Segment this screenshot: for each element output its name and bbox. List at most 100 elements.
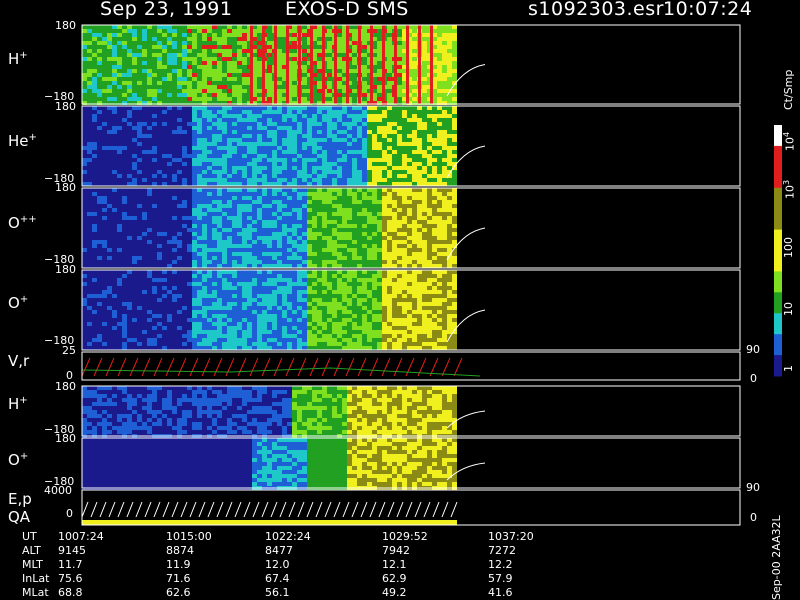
- heatmap-cell: [452, 65, 457, 69]
- heatmap-cell: [217, 260, 222, 264]
- heatmap-cell: [412, 146, 417, 150]
- heatmap-cell: [102, 146, 107, 150]
- heatmap-cell: [112, 41, 117, 45]
- heatmap-cell: [442, 228, 447, 232]
- heatmap-cell: [167, 61, 172, 65]
- heatmap-cell: [227, 45, 232, 49]
- heatmap-cell: [97, 73, 102, 77]
- heatmap-cell: [222, 196, 227, 200]
- heatmap-cell: [212, 114, 217, 118]
- heatmap-cell: [212, 61, 217, 65]
- heatmap-cell: [142, 278, 147, 282]
- heatmap-cell: [237, 244, 242, 248]
- heatmap-cell: [262, 256, 267, 260]
- heatmap-cell: [377, 61, 382, 65]
- heatmap-cell: [92, 346, 97, 350]
- heatmap-cell: [107, 162, 112, 166]
- heatmap-cell: [287, 248, 292, 252]
- heatmap-cell: [162, 142, 167, 146]
- heatmap-cell: [322, 224, 327, 228]
- heatmap-cell: [262, 130, 267, 134]
- heatmap-cell: [187, 260, 192, 264]
- heatmap-cell: [87, 260, 92, 264]
- heatmap-cell: [342, 248, 347, 252]
- heatmap-cell: [202, 65, 207, 69]
- heatmap-cell: [417, 232, 422, 236]
- heatmap-cell: [357, 232, 362, 236]
- heatmap-cell: [447, 138, 452, 142]
- heatmap-cell: [257, 212, 262, 216]
- heatmap-cell: [357, 146, 362, 150]
- heatmap-cell: [362, 130, 367, 134]
- heatmap-cell: [362, 146, 367, 150]
- heatmap-cell: [292, 244, 297, 248]
- heatmap-cell: [177, 330, 182, 334]
- heatmap-cell: [157, 220, 162, 224]
- heatmap-cell: [242, 248, 247, 252]
- heatmap-cell: [407, 106, 412, 110]
- heatmap-cell: [147, 29, 152, 33]
- heatmap-cell: [172, 314, 177, 318]
- heatmap-cell: [392, 220, 397, 224]
- heatmap-cell: [367, 224, 372, 228]
- heatmap-cell: [437, 224, 442, 228]
- heatmap-cell: [437, 188, 442, 192]
- heatmap-cell: [217, 65, 222, 69]
- heatmap-cell: [207, 126, 212, 130]
- heatmap-cell: [352, 256, 357, 260]
- heatmap-cell: [407, 114, 412, 118]
- heatmap-cell: [437, 228, 442, 232]
- heatmap-cell: [447, 69, 452, 73]
- heatmap-cell: [332, 130, 337, 134]
- heatmap-cell: [307, 158, 312, 162]
- heatmap-cell: [127, 274, 132, 278]
- heatmap-cell: [292, 170, 297, 174]
- heatmap-cell: [82, 142, 87, 146]
- heatmap-cell: [82, 138, 87, 142]
- heatmap-cell: [102, 220, 107, 224]
- heatmap-cell: [257, 166, 262, 170]
- heatmap-cell: [387, 264, 392, 268]
- heatmap-cell: [132, 278, 137, 282]
- heatmap-cell: [427, 138, 432, 142]
- heatmap-cell: [412, 216, 417, 220]
- heatmap-cell: [162, 334, 167, 338]
- heatmap-cell: [192, 318, 197, 322]
- heatmap-cell: [167, 282, 172, 286]
- heatmap-cell: [377, 224, 382, 228]
- heatmap-cell: [372, 122, 377, 126]
- heatmap-cell: [347, 200, 352, 204]
- heatmap-cell: [407, 212, 412, 216]
- heatmap-cell: [262, 204, 267, 208]
- heatmap-cell: [92, 29, 97, 33]
- heatmap-cell: [342, 122, 347, 126]
- heatmap-cell: [302, 252, 307, 256]
- heatmap-cell: [132, 174, 137, 178]
- heatmap-cell: [267, 220, 272, 224]
- heatmap-cell: [392, 188, 397, 192]
- heatmap-cell: [102, 294, 107, 298]
- heatmap-cell: [87, 85, 92, 89]
- heatmap-cell: [327, 29, 332, 33]
- heatmap-cell: [132, 170, 137, 174]
- heatmap-cell: [197, 188, 202, 192]
- heatmap-cell: [192, 114, 197, 118]
- heatmap-cell: [192, 158, 197, 162]
- heatmap-cell: [147, 244, 152, 248]
- heatmap-cell: [137, 282, 142, 286]
- heatmap-cell: [212, 264, 217, 268]
- heatmap-cell: [372, 178, 377, 182]
- heatmap-cell: [297, 106, 302, 110]
- heatmap-cell: [357, 200, 362, 204]
- heatmap-cell: [207, 256, 212, 260]
- heatmap-cell: [232, 134, 237, 138]
- heatmap-cell: [112, 236, 117, 240]
- heatmap-cell: [132, 69, 137, 73]
- heatmap-cell: [232, 41, 237, 45]
- heatmap-cell: [272, 200, 277, 204]
- heatmap-stripe: [358, 25, 361, 104]
- heatmap-cell: [257, 252, 262, 256]
- heatmap-cell: [232, 61, 237, 65]
- heatmap-cell: [177, 37, 182, 41]
- heatmap-cell: [237, 178, 242, 182]
